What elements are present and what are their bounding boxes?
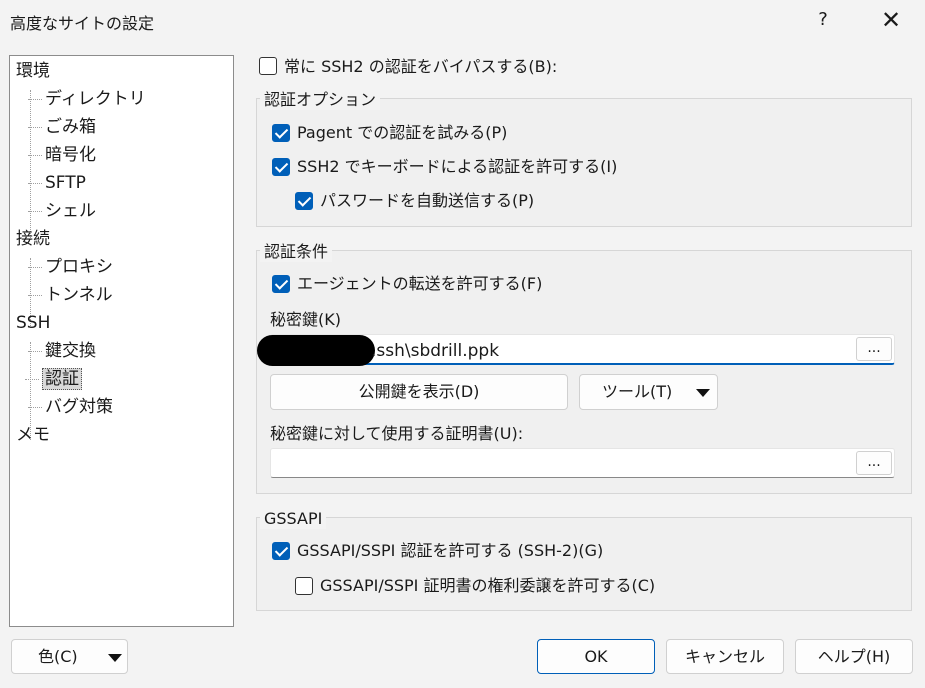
gssapi-allow-checkbox[interactable] [272, 542, 290, 560]
tree-item-ssh[interactable]: SSH [16, 310, 50, 336]
help-button[interactable]: ヘルプ(H) [795, 639, 913, 674]
gssapi-title: GSSAPI [260, 509, 327, 529]
show-public-key-button[interactable]: 公開鍵を表示(D) [270, 374, 568, 410]
color-dropdown-button[interactable]: 色(C) [11, 639, 128, 674]
help-icon[interactable]: ? [811, 8, 835, 32]
agent-forward-label: エージェントの転送を許可する(F) [297, 274, 543, 293]
certificate-browse-button[interactable]: ... [856, 451, 892, 475]
private-key-label: 秘密鍵(K) [270, 310, 341, 329]
auto-password-label: パスワードを自動送信する(P) [320, 191, 535, 210]
title-bar: 高度なサイトの設定 ? ✕ [0, 0, 925, 42]
tree-item-directory[interactable]: ディレクトリ [28, 86, 146, 112]
private-key-value: .ssh\sbdrill.ppk [371, 341, 500, 361]
tree-item-recycle-bin[interactable]: ごみ箱 [28, 114, 96, 140]
agent-forward-checkbox[interactable] [272, 275, 290, 293]
chevron-down-icon [696, 389, 710, 397]
auth-options-title: 認証オプション [260, 90, 381, 110]
tree-item-authentication[interactable]: 認証 [25, 366, 82, 392]
auth-conditions-title: 認証条件 [260, 242, 333, 262]
certificate-input[interactable]: ... [270, 448, 895, 478]
tree-item-bug-workarounds[interactable]: バグ対策 [28, 394, 113, 420]
settings-tree[interactable]: 環境 ディレクトリ ごみ箱 暗号化 SFTP シェル 接続 プロキシ トンネル … [9, 55, 234, 627]
auto-password-checkbox[interactable] [295, 192, 313, 210]
tree-item-sftp[interactable]: SFTP [28, 170, 86, 196]
color-label: 色(C) [38, 647, 78, 666]
close-icon[interactable]: ✕ [876, 6, 906, 36]
tools-button[interactable]: ツール(T) [579, 374, 718, 410]
tree-item-tunnel[interactable]: トンネル [28, 282, 113, 308]
bypass-checkbox[interactable] [259, 57, 277, 75]
gssapi-delegate-checkbox[interactable] [295, 577, 313, 595]
tree-item-key-exchange[interactable]: 鍵交換 [28, 338, 96, 364]
pagent-label: Pagent での認証を試みる(P) [297, 123, 508, 142]
ok-button[interactable]: OK [537, 639, 655, 674]
tree-item-encryption[interactable]: 暗号化 [28, 142, 96, 168]
tree-item-shell[interactable]: シェル [28, 198, 96, 224]
certificate-label: 秘密鍵に対して使用する証明書(U): [270, 424, 524, 443]
pagent-checkbox[interactable] [272, 124, 290, 142]
bypass-label: 常に SSH2 の認証をバイパスする(B): [284, 57, 558, 76]
gssapi-allow-label: GSSAPI/SSPI 認証を許可する (SSH-2)(G) [297, 541, 604, 560]
window-title: 高度なサイトの設定 [10, 14, 155, 33]
tree-item-notes[interactable]: メモ [16, 422, 50, 448]
tree-item-environment[interactable]: 環境 [16, 58, 50, 84]
redacted-region [257, 335, 375, 366]
gssapi-group [256, 517, 912, 611]
keyboard-auth-label: SSH2 でキーボードによる認証を許可する(I) [297, 157, 618, 176]
private-key-browse-button[interactable]: ... [856, 337, 892, 361]
tree-item-proxy[interactable]: プロキシ [28, 254, 113, 280]
keyboard-auth-checkbox[interactable] [272, 158, 290, 176]
private-key-input[interactable]: .ssh\sbdrill.ppk ... [257, 334, 895, 366]
gssapi-delegate-label: GSSAPI/SSPI 証明書の権利委譲を許可する(C) [320, 576, 656, 595]
tree-item-connection[interactable]: 接続 [16, 226, 50, 252]
tree-line [30, 90, 31, 240]
chevron-down-icon [108, 654, 122, 662]
tools-label: ツール(T) [602, 382, 673, 401]
cancel-button[interactable]: キャンセル [666, 639, 784, 674]
